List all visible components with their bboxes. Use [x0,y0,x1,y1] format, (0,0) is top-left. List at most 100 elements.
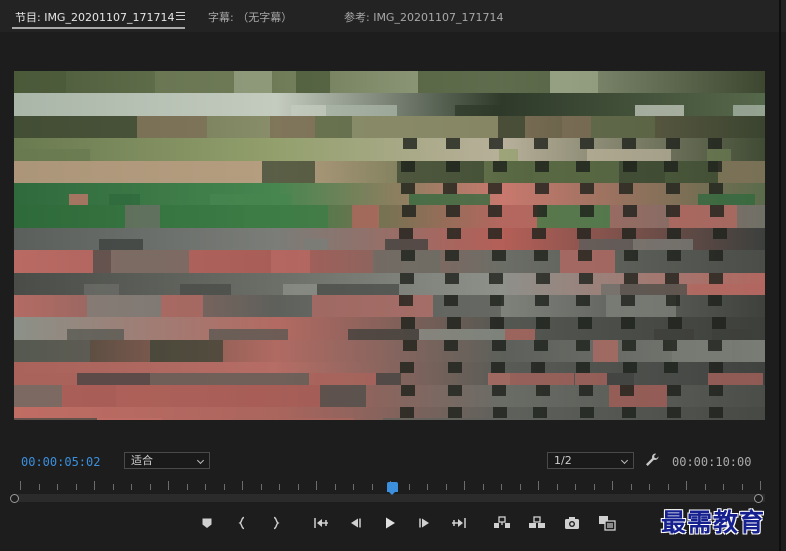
video-strip-segment [97,418,163,420]
ruler-tick [279,484,280,490]
ruler-tick [538,481,539,490]
video-strip-bar [621,407,636,419]
extract-icon [529,516,545,528]
panel-divider[interactable] [779,0,781,551]
step-forward-button[interactable] [414,512,436,534]
video-strip-bar [710,205,725,217]
add-marker-button[interactable] [196,512,218,534]
video-strip-bar [579,272,594,284]
go-to-out-icon [452,518,466,528]
video-strip-bar [399,227,414,239]
video-strip-bar [575,160,590,172]
lift-button[interactable] [491,512,513,534]
video-strip-segment [561,115,591,140]
ruler-tick [186,484,188,490]
go-to-in-button[interactable] [310,512,332,534]
tab-reference[interactable]: 参考: IMG_20201107_171714 [344,9,503,25]
video-strip-segment [275,418,354,420]
video-strip-segment [593,339,618,364]
ruler-tick [741,484,743,490]
video-strip-bar [534,160,549,172]
mark-in-button[interactable] [232,512,254,534]
video-strip-bar [665,272,680,284]
video-strip-segment [421,418,494,420]
video-strip-segment [14,339,91,364]
video-strip-bar [402,138,417,150]
play-button[interactable] [379,512,401,534]
export-frame-button[interactable] [561,512,583,534]
ruler-tick [427,484,428,490]
video-strip-bar [708,160,723,172]
video-strip-segment [536,205,611,229]
mark-in-icon [238,516,245,530]
tab-captions[interactable]: 字幕: （无字幕） [208,9,292,25]
video-strip-bar [492,160,507,172]
video-strip-segment [351,115,396,140]
video-strip-bar [621,227,636,239]
go-to-out-button[interactable] [448,512,470,534]
ruler-tick [57,484,58,490]
video-strip-segment [550,71,598,95]
video-strip [14,362,765,386]
video-strip-segment [14,115,51,140]
ruler-tick [131,484,132,490]
video-strip-segment [111,250,189,274]
ruler-tick [704,484,706,490]
zoom-handle-right[interactable] [754,494,763,503]
video-strip-segment [671,339,732,364]
video-strip-bar [623,205,638,217]
video-strip-segment [590,115,655,140]
panel-menu-icon[interactable] [176,12,185,20]
video-strip-segment [94,160,177,184]
video-strip-bar [491,384,506,396]
video-strip-bar [623,160,638,172]
video-strip-bar [447,317,462,329]
video-strip-bar [534,339,549,351]
ruler-tick [297,484,299,490]
video-strip-segment [417,71,502,95]
camera-icon [565,517,579,529]
video-strip [14,295,765,319]
video-strip-segment [382,418,422,420]
video-strip-bar [709,250,724,262]
video-strip-bar [578,250,593,262]
zoom-handle-left[interactable] [10,494,19,503]
video-strip-bar [491,250,506,262]
ruler-tick [205,484,206,490]
ruler-tick [612,481,613,490]
wrench-icon[interactable] [644,452,660,468]
video-strip-bar [487,183,502,195]
video-strip-bar [399,362,414,374]
video-strip-segment [717,160,765,184]
ruler-tick [38,484,40,490]
tab-program[interactable]: 节目: IMG_20201107_171714 [15,9,174,25]
current-timecode[interactable]: 00:00:05:02 [21,455,100,469]
playhead[interactable] [387,482,398,495]
video-strip-bar [489,272,504,284]
ruler-tick [686,481,687,490]
video-strip-segment [14,418,98,420]
extract-button[interactable] [526,512,548,534]
ruler-tick [149,484,151,490]
zoom-level-select[interactable]: 适合 [124,452,210,469]
video-strip-segment [419,115,499,140]
video-strip-segment [498,115,526,140]
video-strip-bar [708,407,723,419]
time-ruler[interactable] [10,478,765,506]
zoom-scrollbar-track[interactable] [14,494,765,502]
video-strip-bar [443,183,458,195]
video-strip-bar [579,205,594,217]
video-strip-bar [622,362,637,374]
mark-out-button[interactable] [264,512,286,534]
video-strip-bar [666,407,681,419]
playback-resolution-select[interactable]: 1/2 [547,452,634,469]
zoom-level-value: 适合 [131,454,153,467]
marker-icon [202,518,212,528]
step-back-button[interactable] [344,512,366,534]
chevron-down-icon [196,456,205,465]
video-strip-bar [667,250,682,262]
video-strip-bar [447,362,462,374]
comparison-view-button[interactable] [596,512,618,534]
program-monitor-frame[interactable] [14,71,765,420]
video-strip-segment [87,295,162,319]
